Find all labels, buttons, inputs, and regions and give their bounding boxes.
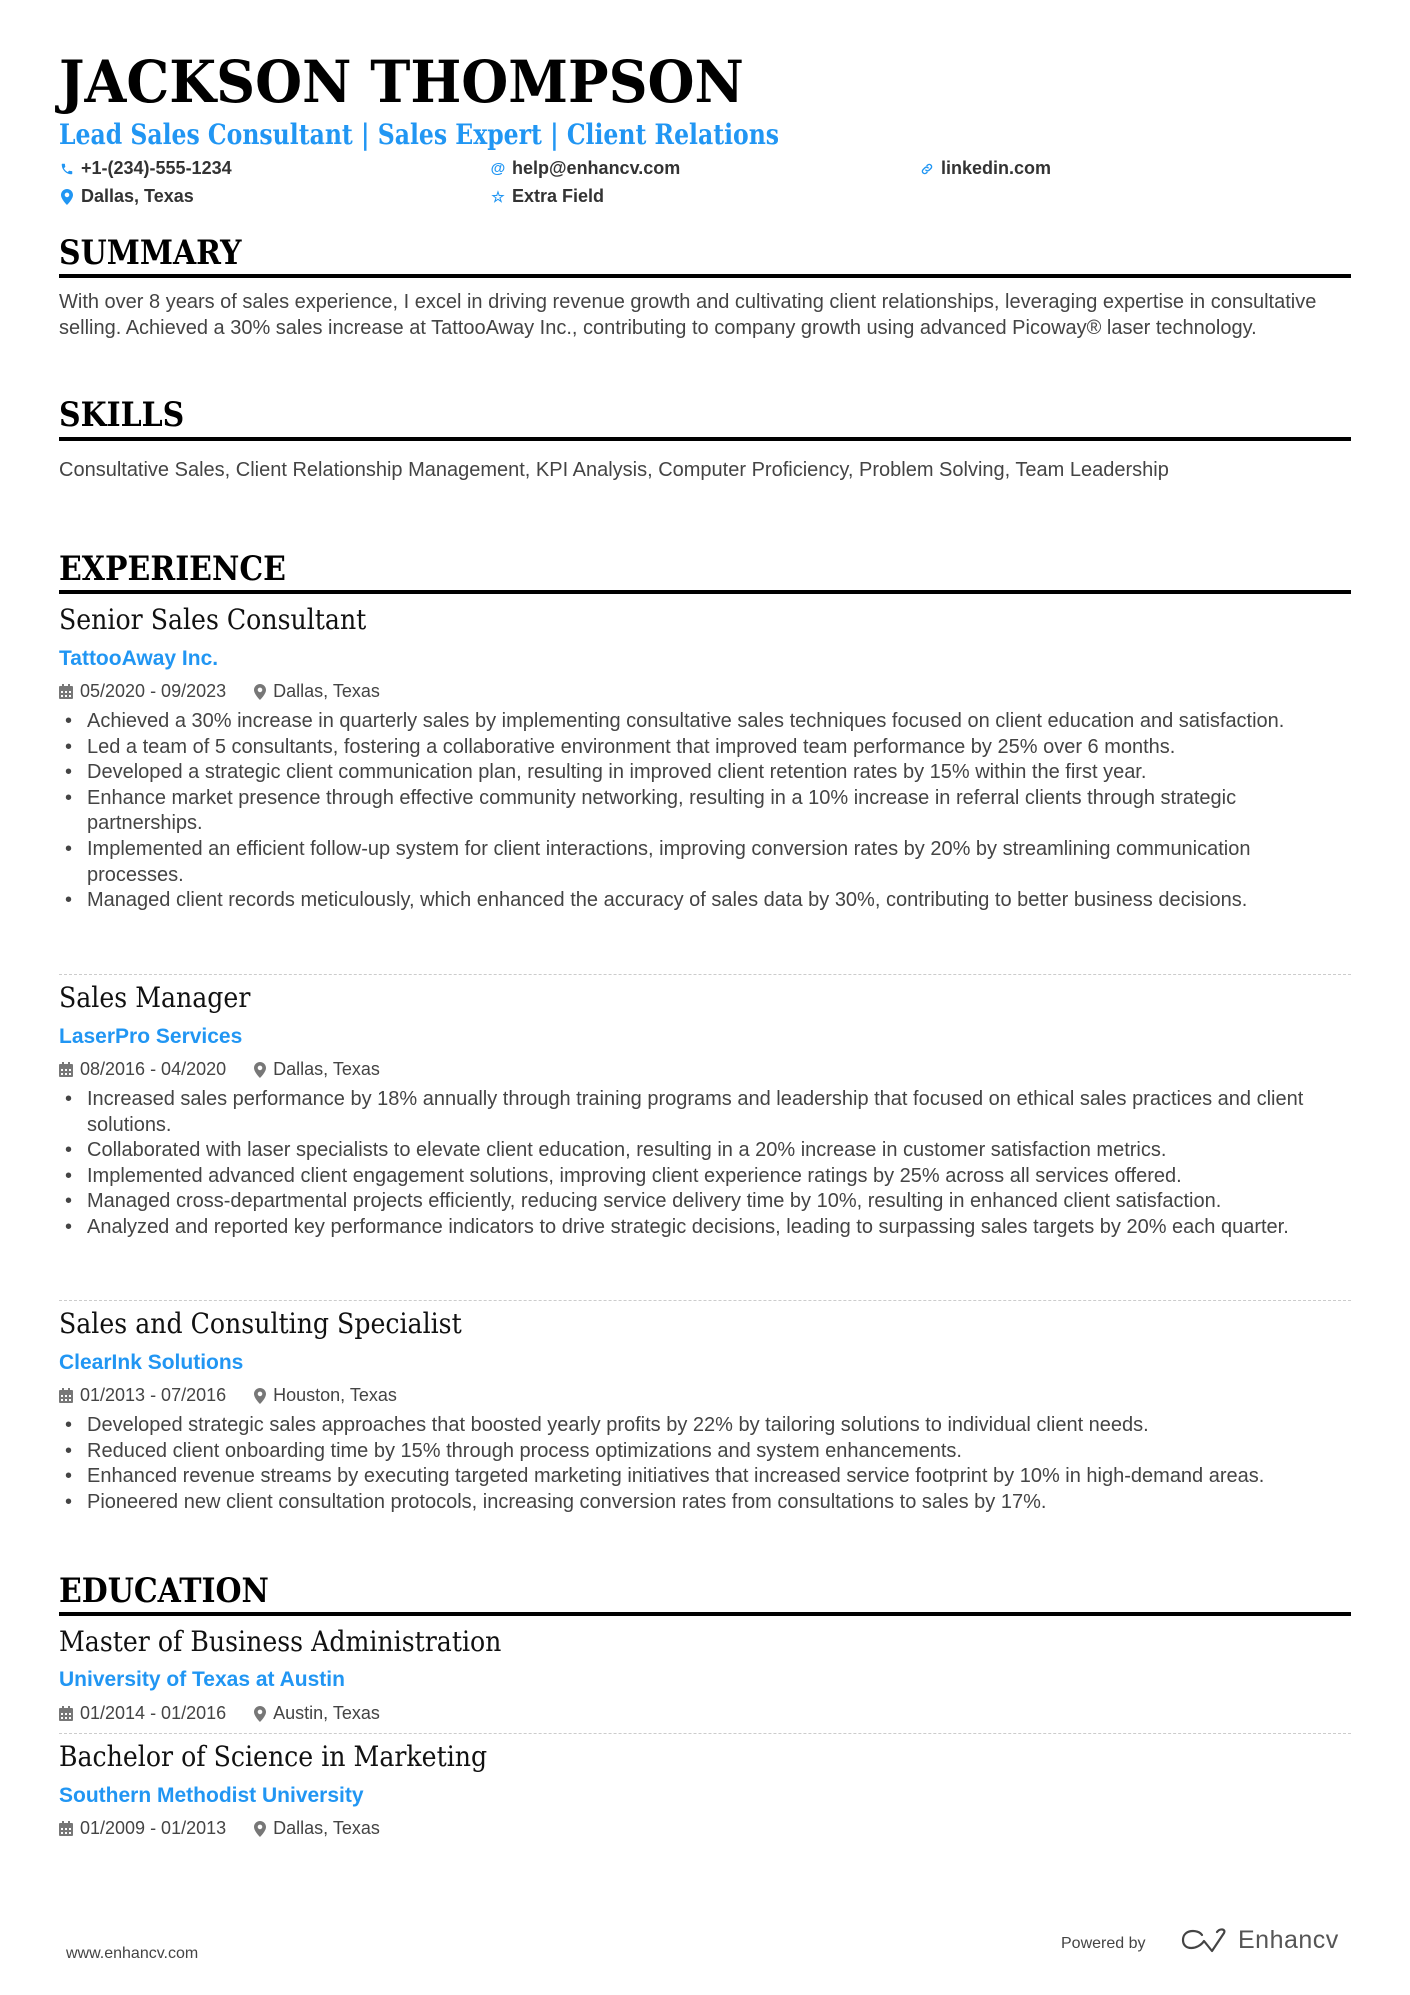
job-location: Dallas, Texas	[273, 1059, 380, 1079]
degree-title: Master of Business Administration	[59, 1625, 502, 1658]
bullet-item: Collaborated with laser specialists to e…	[59, 1138, 1351, 1164]
degree-title: Bachelor of Science in Marketing	[59, 1740, 488, 1773]
job-title: Sales and Consulting Specialist	[59, 1307, 462, 1340]
section-heading-skills: SKILLS	[59, 395, 185, 435]
footer-website-link[interactable]: www.enhancv.com	[66, 1945, 198, 1963]
enhancv-brand[interactable]: Enhancv	[1238, 1926, 1339, 1955]
job-title: Senior Sales Consultant	[59, 603, 367, 636]
phone-value: +1-(234)-555-1234	[81, 158, 232, 178]
bullet-item: Managed cross-departmental projects effi…	[59, 1189, 1351, 1215]
job-bullets: Achieved a 30% increase in quarterly sal…	[59, 709, 1351, 914]
contact-extra: ☆ Extra Field	[490, 186, 604, 207]
school-name: University of Texas at Austin	[59, 1668, 345, 1691]
contact-phone: +1-(234)-555-1234	[59, 158, 232, 179]
bullet-item: Increased sales performance by 18% annua…	[59, 1087, 1351, 1138]
section-rule	[59, 274, 1351, 278]
company-name: ClearInk Solutions	[59, 1351, 244, 1374]
bullet-item: Analyzed and reported key performance in…	[59, 1215, 1351, 1241]
education-location: Austin, Texas	[273, 1703, 380, 1723]
entry-divider	[59, 1300, 1351, 1301]
bullet-item: Enhance market presence through effectiv…	[59, 786, 1351, 837]
section-rule	[59, 437, 1351, 441]
section-heading-summary: SUMMARY	[59, 233, 242, 273]
calendar-icon	[59, 1388, 73, 1403]
contact-location: Dallas, Texas	[59, 186, 194, 207]
education-meta: 01/2014 - 01/2016 Austin, Texas	[59, 1703, 380, 1724]
powered-by-label: Powered by	[1061, 1935, 1146, 1952]
bullet-item: Developed strategic sales approaches tha…	[59, 1413, 1351, 1439]
summary-text: With over 8 years of sales experience, I…	[59, 291, 1317, 339]
candidate-name: JACKSON THOMPSON	[59, 48, 744, 116]
bullet-item: Reduced client onboarding time by 15% th…	[59, 1439, 1351, 1465]
bullet-item: Implemented advanced client engagement s…	[59, 1164, 1351, 1190]
job-location: Dallas, Texas	[273, 681, 380, 701]
calendar-icon	[59, 1706, 73, 1721]
education-location: Dallas, Texas	[273, 1818, 380, 1838]
map-pin-icon	[254, 1820, 267, 1837]
job-dates: 01/2013 - 07/2016	[80, 1385, 227, 1405]
bullet-item: Led a team of 5 consultants, fostering a…	[59, 735, 1351, 761]
job-dates: 08/2016 - 04/2020	[80, 1059, 227, 1079]
entry-divider	[59, 1733, 1351, 1734]
bullet-item: Developed a strategic client communicati…	[59, 760, 1351, 786]
school-name: Southern Methodist University	[59, 1784, 364, 1807]
contact-email: @ help@enhancv.com	[490, 158, 681, 179]
enhancv-logo-icon	[1180, 1927, 1228, 1958]
job-dates: 05/2020 - 09/2023	[80, 681, 227, 701]
job-bullets: Increased sales performance by 18% annua…	[59, 1087, 1351, 1241]
section-heading-experience: EXPERIENCE	[59, 549, 286, 589]
section-heading-education: EDUCATION	[59, 1571, 269, 1611]
company-name: LaserPro Services	[59, 1025, 243, 1048]
section-rule	[59, 1612, 1351, 1616]
bullet-item: Implemented an efficient follow-up syste…	[59, 837, 1351, 888]
calendar-icon	[59, 684, 73, 699]
job-bullets: Developed strategic sales approaches tha…	[59, 1413, 1351, 1515]
entry-divider	[59, 974, 1351, 975]
map-pin-icon	[254, 1061, 267, 1078]
at-icon: @	[490, 160, 506, 177]
map-pin-icon	[254, 1705, 267, 1722]
company-name: TattooAway Inc.	[59, 647, 219, 670]
section-rule	[59, 590, 1351, 594]
map-pin-icon	[254, 683, 267, 700]
contact-linkedin: linkedin.com	[919, 158, 1051, 179]
link-icon	[919, 162, 935, 176]
education-dates: 01/2014 - 01/2016	[80, 1703, 227, 1723]
location-value: Dallas, Texas	[81, 186, 194, 206]
map-pin-icon	[254, 1387, 267, 1404]
bullet-item: Enhanced revenue streams by executing ta…	[59, 1464, 1351, 1490]
bullet-item: Achieved a 30% increase in quarterly sal…	[59, 709, 1351, 735]
job-meta: 05/2020 - 09/2023 Dallas, Texas	[59, 681, 380, 702]
skills-text: Consultative Sales, Client Relationship …	[59, 459, 1169, 481]
job-meta: 08/2016 - 04/2020 Dallas, Texas	[59, 1059, 380, 1080]
education-meta: 01/2009 - 01/2013 Dallas, Texas	[59, 1818, 380, 1839]
calendar-icon	[59, 1062, 73, 1077]
map-pin-icon	[59, 188, 75, 205]
extra-value: Extra Field	[512, 186, 605, 206]
phone-icon	[59, 162, 75, 176]
bullet-item: Managed client records meticulously, whi…	[59, 888, 1351, 914]
calendar-icon	[59, 1821, 73, 1836]
education-dates: 01/2009 - 01/2013	[80, 1818, 227, 1838]
job-location: Houston, Texas	[273, 1385, 397, 1405]
star-icon: ☆	[491, 188, 505, 206]
bullet-item: Pioneered new client consultation protoc…	[59, 1490, 1351, 1516]
email-value[interactable]: help@enhancv.com	[512, 158, 680, 179]
candidate-headline: Lead Sales Consultant | Sales Expert | C…	[59, 118, 780, 151]
job-meta: 01/2013 - 07/2016 Houston, Texas	[59, 1385, 397, 1406]
linkedin-value[interactable]: linkedin.com	[941, 158, 1051, 179]
job-title: Sales Manager	[59, 981, 251, 1014]
